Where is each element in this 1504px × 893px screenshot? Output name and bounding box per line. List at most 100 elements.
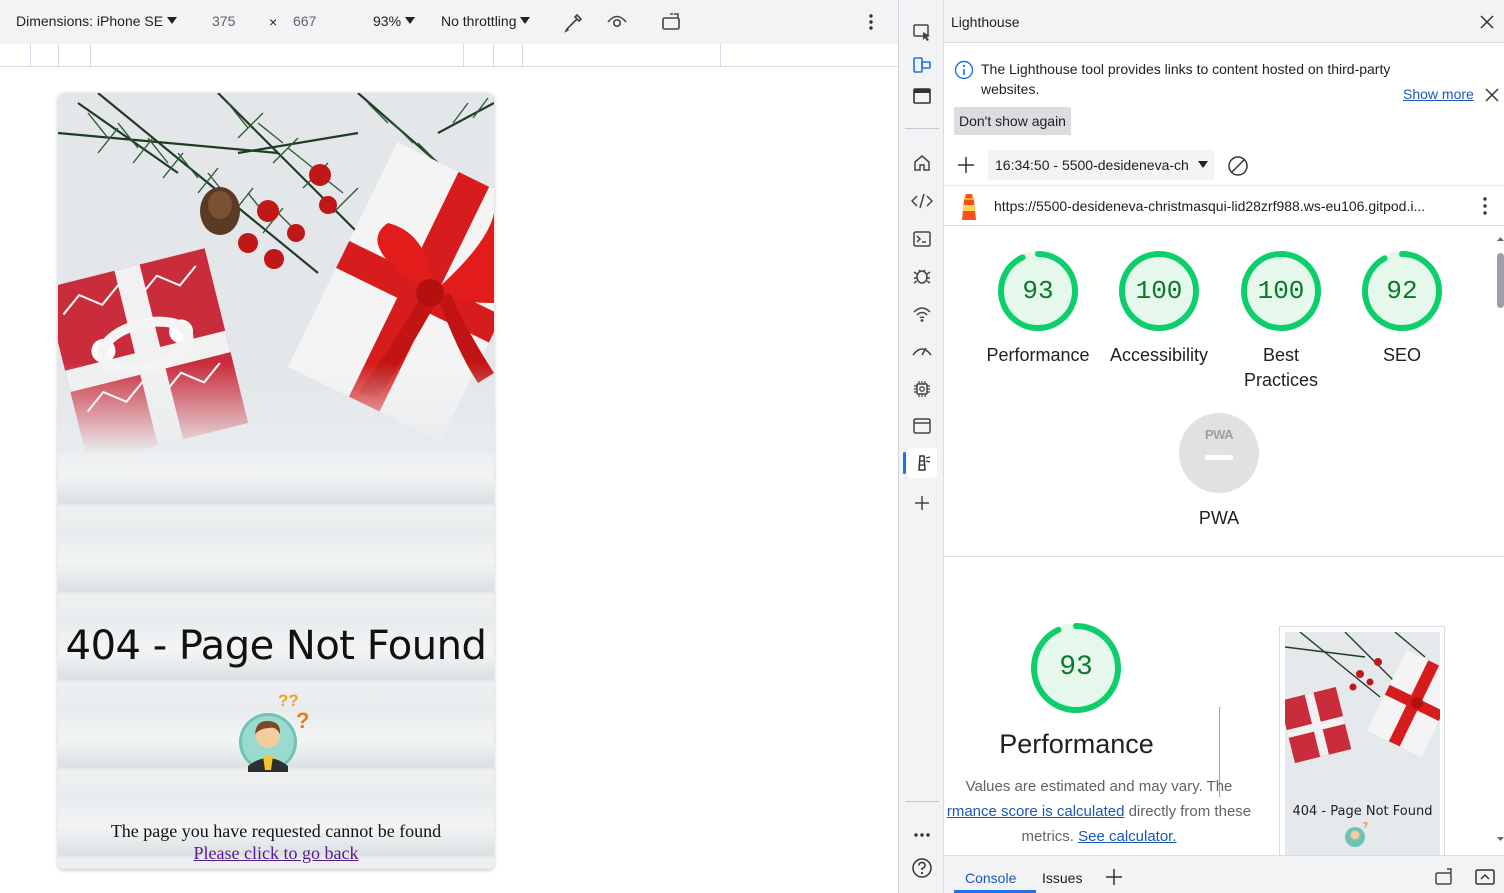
score-gauge-performance[interactable]: 93 xyxy=(997,250,1079,332)
dimensions-label: Dimensions: iPhone SE xyxy=(16,13,164,29)
desc-text-3: metrics. xyxy=(1021,828,1079,845)
eyedropper-icon[interactable] xyxy=(563,11,585,36)
throttling-dropdown[interactable]: No throttling xyxy=(441,13,531,29)
not-found-message: The page you have requested cannot be fo… xyxy=(110,821,442,841)
console-icon[interactable] xyxy=(907,224,937,254)
close-icon xyxy=(1480,15,1494,29)
report-toolbar: 16:34:50 - 5500-desideneva-ch xyxy=(944,146,1504,184)
more-tools-plus-icon[interactable] xyxy=(907,488,937,518)
chevron-down-icon xyxy=(167,17,178,24)
dock-drawer-icon[interactable] xyxy=(1434,868,1456,886)
score-value: 100 xyxy=(1135,276,1183,306)
lighthouse-logo-icon xyxy=(962,194,976,220)
help-icon[interactable] xyxy=(907,853,937,883)
report-selector-label: 16:34:50 - 5500-desideneva-ch xyxy=(995,157,1189,173)
application-icon[interactable] xyxy=(907,411,937,441)
performance-section-title: Performance xyxy=(999,729,1154,759)
pwa-gauge[interactable]: PWA xyxy=(1178,412,1260,494)
device-viewport[interactable]: 404 - Page Not Found ?? ? The page you h… xyxy=(58,93,494,869)
memory-icon[interactable] xyxy=(907,374,937,404)
rail-divider xyxy=(905,801,939,802)
info-icon xyxy=(954,60,974,80)
bug-icon[interactable] xyxy=(907,261,937,291)
info-message: The Lighthouse tool provides links to co… xyxy=(981,61,1391,97)
report-url: https://5500-desideneva-christmasqui-lid… xyxy=(994,198,1426,214)
score-value: 93 xyxy=(1022,276,1054,306)
thumbnail-gifts-image: ? xyxy=(1285,632,1440,855)
go-back-link[interactable]: Please click to go back xyxy=(58,843,494,864)
tab-issues[interactable]: Issues xyxy=(1042,870,1082,886)
zoom-label: 93% xyxy=(373,13,402,29)
chevron-down-icon xyxy=(520,17,531,24)
confused-person-icon: ?? ? xyxy=(239,691,309,772)
pwa-label: PWA xyxy=(1198,508,1240,528)
thumbnail-image: ? 404 - Page Not Found xyxy=(1285,632,1440,855)
info-bar: The Lighthouse tool provides links to co… xyxy=(944,43,1504,143)
performance-description: Values are estimated and may vary. The r… xyxy=(944,774,1254,849)
ruler-mark xyxy=(493,44,494,66)
section-divider xyxy=(944,556,1504,557)
dimension-separator: × xyxy=(269,14,278,30)
score-label: Accessibility xyxy=(1109,345,1209,365)
lighthouse-tool-icon[interactable] xyxy=(907,448,937,478)
zoom-dropdown[interactable]: 93% xyxy=(373,13,416,29)
scroll-up-icon[interactable] xyxy=(1496,234,1504,244)
vision-deficiency-icon[interactable] xyxy=(606,12,628,35)
desc-text-1: Values are estimated and may vary. The xyxy=(965,778,1233,795)
panel-scrollbar-track[interactable] xyxy=(1495,226,1504,856)
device-emulation-pane: Dimensions: iPhone SE 375 × 667 93% No t… xyxy=(0,0,898,893)
more-tools-ellipsis-icon[interactable] xyxy=(907,820,937,850)
network-icon[interactable] xyxy=(907,299,937,329)
width-input[interactable]: 375 xyxy=(212,13,235,29)
close-icon[interactable] xyxy=(1484,87,1500,103)
home-icon[interactable] xyxy=(907,148,937,178)
ruler-mark xyxy=(720,44,721,66)
score-gauge-accessibility[interactable]: 100 xyxy=(1118,250,1200,332)
tab-console[interactable]: Console xyxy=(965,870,1016,886)
clear-all-icon[interactable] xyxy=(1227,155,1249,177)
score-label: Best Practices xyxy=(1243,345,1319,390)
dont-show-again-button[interactable]: Don't show again xyxy=(954,107,1071,135)
score-value: 100 xyxy=(1257,276,1305,306)
svg-text:?: ? xyxy=(1363,821,1368,830)
pwa-badge-icon: PWA xyxy=(1179,413,1259,493)
page-title: 404 - Page Not Found xyxy=(65,623,487,669)
elements-icon[interactable] xyxy=(907,186,937,216)
svg-text:?: ? xyxy=(296,708,309,733)
performance-icon[interactable] xyxy=(907,336,937,366)
ruler-mark xyxy=(463,44,464,66)
performance-detail-gauge: 93 xyxy=(1029,621,1123,715)
chevron-down-icon xyxy=(1198,161,1208,168)
height-input[interactable]: 667 xyxy=(293,13,316,29)
dock-window-icon[interactable] xyxy=(907,81,937,111)
add-tab-icon[interactable] xyxy=(1105,868,1123,886)
score-label: SEO xyxy=(1382,345,1421,365)
panel-header: Lighthouse xyxy=(944,0,1504,43)
rotate-device-icon[interactable] xyxy=(660,12,684,35)
more-options-icon[interactable] xyxy=(866,12,876,35)
score-value: 92 xyxy=(1386,276,1418,306)
ruler-mark xyxy=(90,44,91,66)
lighthouse-panel: Lighthouse The Lighthouse tool provides … xyxy=(944,0,1504,893)
inspect-element-icon[interactable] xyxy=(907,17,937,47)
media-query-ruler[interactable] xyxy=(0,44,898,67)
add-report-icon[interactable] xyxy=(956,155,976,175)
show-more-link[interactable]: Show more xyxy=(1403,86,1474,102)
see-calculator-link[interactable]: See calculator. xyxy=(1078,828,1176,845)
device-toolbar-toggle-icon[interactable] xyxy=(907,50,937,80)
score-gauge-best-practices[interactable]: 100 xyxy=(1240,250,1322,332)
christmas-gifts-image xyxy=(58,93,494,453)
collapse-drawer-icon[interactable] xyxy=(1474,868,1496,886)
close-panel-button[interactable] xyxy=(1474,9,1500,35)
scroll-down-icon[interactable] xyxy=(1496,834,1504,844)
report-url-bar: https://5500-desideneva-christmasqui-lid… xyxy=(944,185,1504,226)
active-tool-indicator xyxy=(903,452,906,474)
more-options-icon[interactable] xyxy=(1480,195,1490,217)
desc-text-2: directly from these xyxy=(1124,803,1252,820)
score-calculated-link[interactable]: rmance score is calculated xyxy=(947,803,1125,820)
score-gauge-seo[interactable]: 92 xyxy=(1361,250,1443,332)
panel-scrollbar-thumb[interactable] xyxy=(1497,253,1504,308)
dimensions-dropdown[interactable]: Dimensions: iPhone SE xyxy=(16,13,178,29)
report-selector[interactable]: 16:34:50 - 5500-desideneva-ch xyxy=(988,150,1214,180)
page-screenshot-thumbnail[interactable]: ? 404 - Page Not Found xyxy=(1279,626,1445,856)
